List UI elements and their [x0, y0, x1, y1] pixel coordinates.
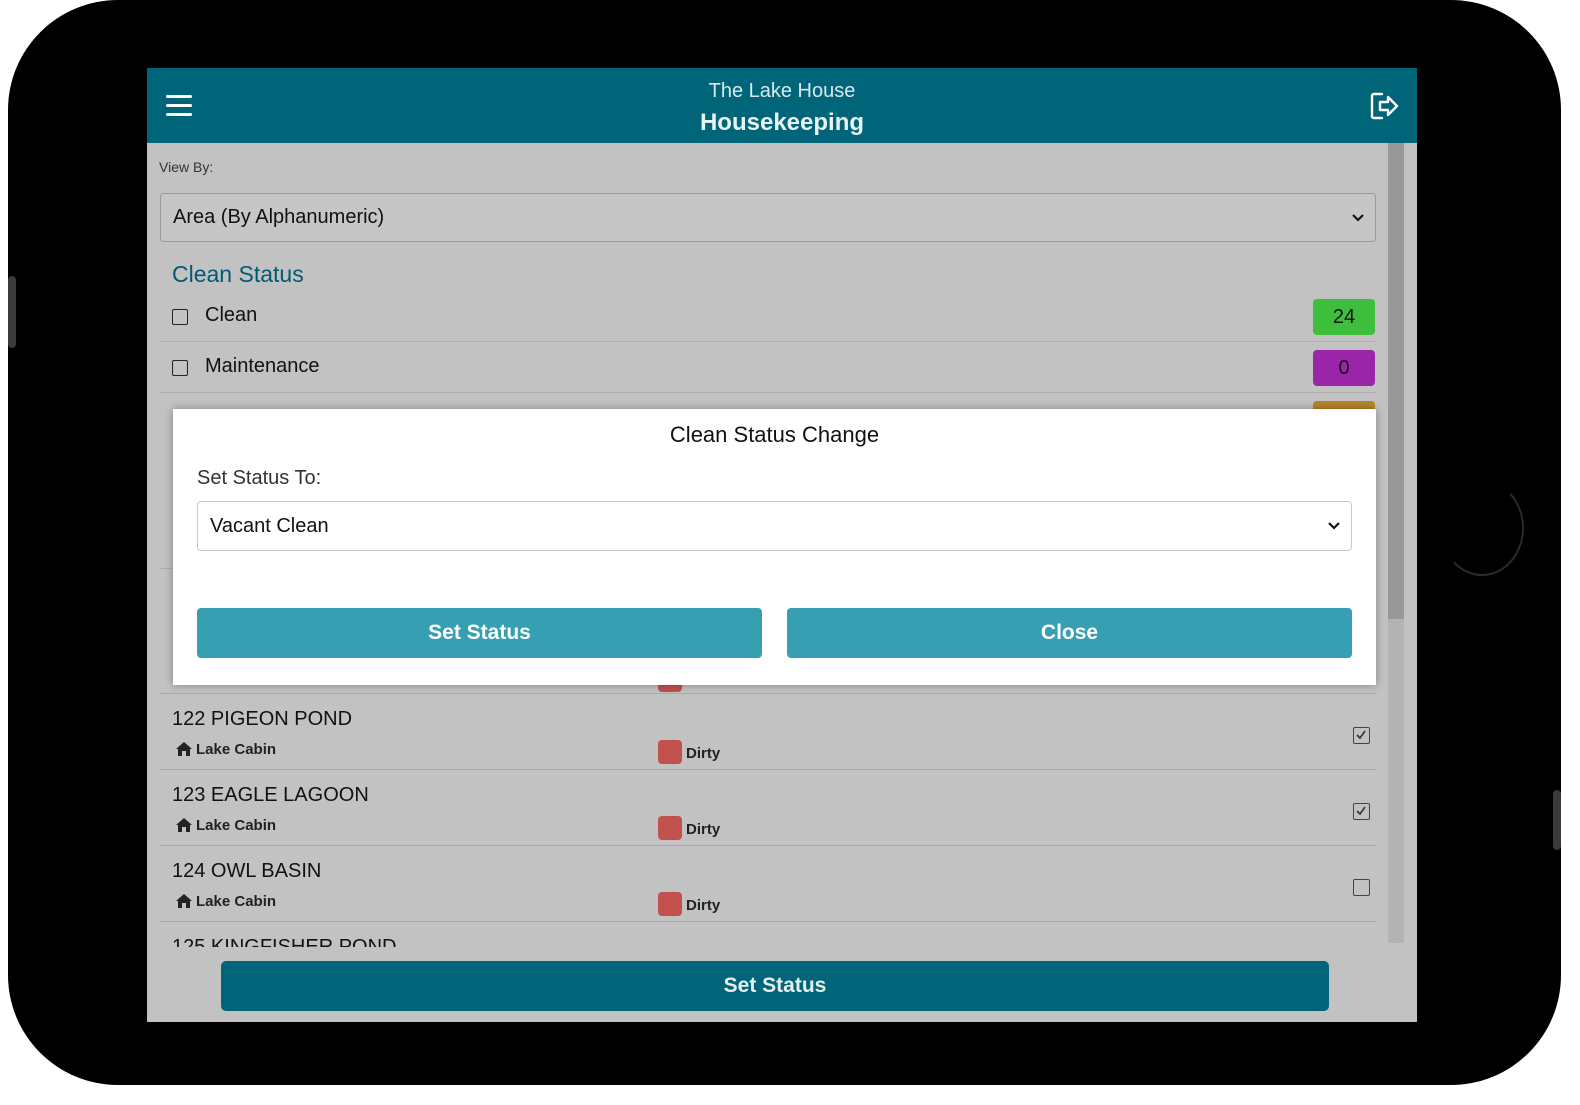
- dialog-title: Clean Status Change: [669, 422, 880, 447]
- status-count-badge: 24: [1313, 299, 1375, 335]
- room-type-label: Lake Cabin: [196, 741, 277, 758]
- tablet-side-button: [1553, 790, 1561, 850]
- tablet-side-button: [8, 276, 16, 348]
- status-color-swatch: [658, 892, 682, 916]
- scrollbar-thumb[interactable]: [1388, 143, 1404, 619]
- status-select[interactable]: Vacant Clean: [197, 501, 1352, 551]
- check-icon: [1356, 806, 1366, 816]
- checkbox-icon[interactable]: [172, 309, 188, 325]
- room-checkbox[interactable]: [1353, 803, 1370, 820]
- home-icon: [176, 894, 192, 908]
- tablet-camera-arc: [1440, 480, 1524, 576]
- room-status: Dirty: [686, 821, 721, 838]
- status-filter-maintenance[interactable]: Maintenance 0: [160, 343, 1376, 393]
- home-icon: [176, 742, 192, 756]
- table-row[interactable]: 122 PIGEON POND Lake Cabin Dirty: [160, 694, 1376, 770]
- clean-status-change-dialog: Clean Status Change Set Status To: Vacan…: [173, 409, 1376, 685]
- status-filter-clean[interactable]: Clean 24: [160, 292, 1376, 342]
- status-color-swatch: [658, 816, 682, 840]
- clean-status-heading: Clean Status: [172, 261, 304, 287]
- room-type-label: Lake Cabin: [196, 817, 277, 834]
- view-by-label: View By:: [159, 159, 214, 175]
- room-type: Lake Cabin: [175, 817, 276, 834]
- page-title: Housekeeping: [699, 109, 865, 136]
- room-checkbox[interactable]: [1353, 727, 1370, 744]
- property-name: The Lake House: [708, 80, 856, 102]
- room-name: 124 OWL BASIN: [172, 860, 322, 882]
- home-icon: [176, 818, 192, 832]
- chevron-down-icon: [1328, 522, 1340, 530]
- logout-icon[interactable]: [1369, 91, 1401, 121]
- status-label: Clean: [205, 304, 258, 326]
- chevron-down-icon: [1352, 214, 1364, 222]
- room-status: Dirty: [686, 897, 721, 914]
- view-by-select[interactable]: Area (By Alphanumeric): [160, 193, 1376, 242]
- room-status: Dirty: [686, 745, 721, 762]
- table-row[interactable]: 124 OWL BASIN Lake Cabin Dirty: [160, 846, 1376, 922]
- table-row[interactable]: 123 EAGLE LAGOON Lake Cabin Dirty: [160, 770, 1376, 846]
- room-type: Lake Cabin: [175, 893, 276, 910]
- check-icon: [1356, 730, 1366, 740]
- status-count-badge: 0: [1313, 350, 1375, 386]
- app-header: The Lake House Housekeeping: [147, 68, 1417, 143]
- room-type: Lake Cabin: [175, 741, 276, 758]
- status-label: Maintenance: [205, 355, 320, 377]
- dialog-set-status-button[interactable]: Set Status: [197, 608, 762, 658]
- checkbox-icon[interactable]: [172, 360, 188, 376]
- set-status-button[interactable]: Set Status: [221, 961, 1329, 1011]
- room-checkbox[interactable]: [1353, 879, 1370, 896]
- view-by-value: Area (By Alphanumeric): [173, 206, 385, 228]
- app-screen: The Lake House Housekeeping View By: Are…: [147, 68, 1417, 1022]
- room-name: 122 PIGEON POND: [172, 708, 353, 730]
- room-name: 123 EAGLE LAGOON: [172, 784, 369, 806]
- status-color-swatch: [658, 740, 682, 764]
- room-type-label: Lake Cabin: [196, 893, 277, 910]
- set-status-to-label: Set Status To:: [197, 467, 322, 489]
- selected-status: Vacant Clean: [210, 515, 329, 537]
- dialog-close-button[interactable]: Close: [787, 608, 1352, 658]
